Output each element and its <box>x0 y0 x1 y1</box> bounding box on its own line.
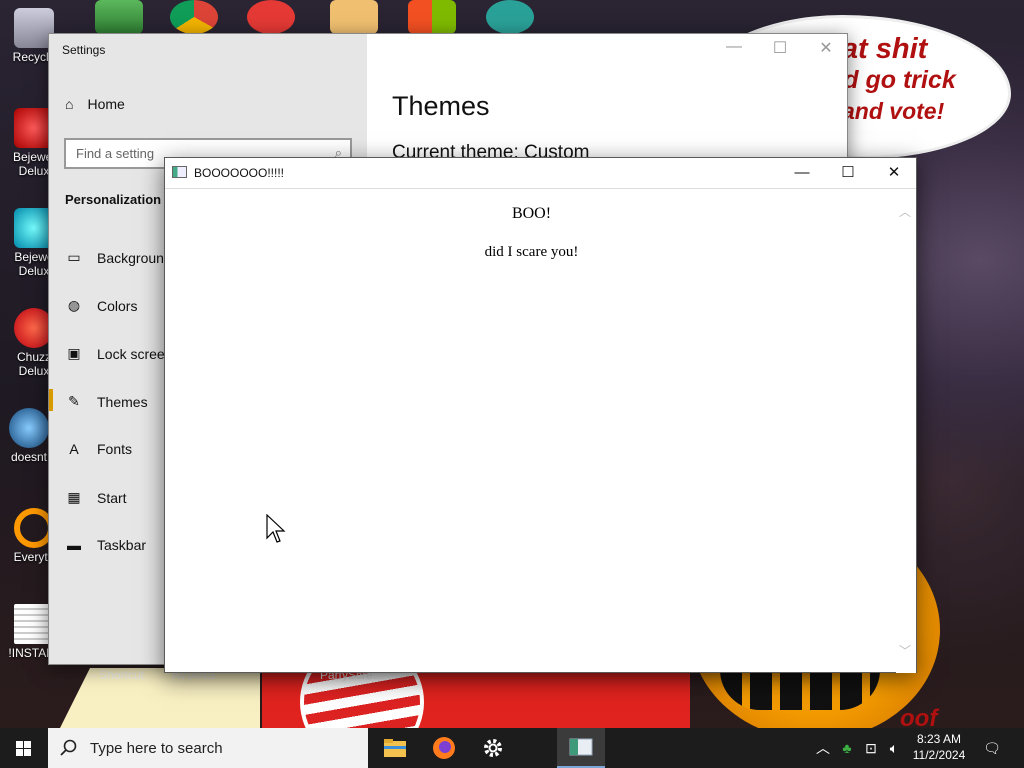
shortcut-label[interactable]: - Shortcut <box>92 668 144 682</box>
tray-overflow-chevron-icon[interactable]: ︿ <box>814 728 832 768</box>
boo-close-button[interactable]: ✕ <box>871 158 917 188</box>
boo-text: did I scare you! <box>484 244 579 260</box>
mouse-cursor-icon <box>266 514 286 543</box>
settings-nav-fonts[interactable]: A Fonts <box>65 441 132 457</box>
taskbar-boo-app[interactable] <box>557 728 605 768</box>
settings-nav-lock-screen[interactable]: ▣ Lock screen <box>65 345 172 362</box>
vertical-scrollbar[interactable]: ︿ ﹀ <box>896 189 916 673</box>
boo-maximize-button[interactable]: ☐ <box>825 158 871 188</box>
brush-icon: ✎ <box>68 393 80 409</box>
boo-heading: BOO! <box>511 205 552 222</box>
start-button[interactable] <box>0 728 48 768</box>
search-icon <box>60 739 77 756</box>
microsoft-icon[interactable] <box>408 0 456 34</box>
settings-nav-start[interactable]: ▦ Start <box>65 489 126 506</box>
windows-logo-icon <box>16 741 31 756</box>
folder-icon <box>384 739 406 757</box>
start-icon: ▦ <box>67 489 81 505</box>
app-p-icon[interactable] <box>247 0 295 34</box>
page-title: Themes <box>392 91 490 121</box>
character-icon[interactable] <box>486 0 534 34</box>
app-folder-icon[interactable] <box>330 0 378 34</box>
taskbar-search-box[interactable]: Type here to search <box>48 728 368 768</box>
users-icon[interactable] <box>95 0 143 34</box>
oof-text: oof <box>900 705 938 728</box>
selected-indicator <box>49 389 53 411</box>
scroll-up-icon[interactable]: ︿ <box>899 203 911 220</box>
firefox-icon <box>433 737 455 759</box>
tray-app-icon[interactable]: ♣ <box>836 728 858 768</box>
image-icon: ▭ <box>67 249 81 265</box>
settings-maximize-button[interactable]: ☐ <box>757 38 803 58</box>
settings-nav-taskbar[interactable]: ▬ Taskbar <box>65 537 146 553</box>
app-window-icon <box>569 738 593 756</box>
settings-section-title: Personalization <box>65 192 162 207</box>
boo-window[interactable]: BOOOOOOO!!!!! — ☐ ✕ BOO! did I scare you… <box>164 157 917 673</box>
fonts-icon: A <box>69 441 79 457</box>
taskbar: Type here to search ︿ ♣ ⊡ 🔈︎ 8:23 AM 11/… <box>0 728 1024 768</box>
lock-screen-icon: ▣ <box>67 345 81 361</box>
boo-window-title: BOOOOOOO!!!!! <box>194 166 285 180</box>
palette-icon: ◍ <box>67 297 81 313</box>
settings-nav-background[interactable]: ▭ Background <box>65 249 171 266</box>
taskbar-clock[interactable]: 8:23 AM 11/2/2024 <box>906 731 972 763</box>
chrome-icon[interactable] <box>170 0 218 34</box>
taskbar-firefox[interactable] <box>420 728 468 768</box>
boo-titlebar[interactable]: BOOOOOOO!!!!! — ☐ ✕ <box>165 158 916 189</box>
wallpaper-paper <box>60 668 260 728</box>
scroll-down-icon[interactable]: ﹀ <box>899 642 911 659</box>
settings-home-link[interactable]: ⌂ Home <box>65 96 125 112</box>
taskbar-icon: ▬ <box>67 537 81 553</box>
bird-icon <box>9 408 49 448</box>
taskbar-file-explorer[interactable] <box>371 728 419 768</box>
notification-icon[interactable]: 🗨︎ <box>978 728 1006 768</box>
settings-close-button[interactable]: ✕ <box>803 38 849 58</box>
boo-minimize-button[interactable]: — <box>779 158 825 188</box>
settings-nav-themes[interactable]: ✎ Themes <box>65 393 147 410</box>
network-icon[interactable]: ⊡ <box>860 728 882 768</box>
app-window-icon <box>172 166 187 178</box>
settings-title: Settings <box>62 43 106 57</box>
volume-icon[interactable]: 🔈︎ <box>883 728 905 768</box>
settings-minimize-button[interactable]: — <box>711 38 757 56</box>
home-icon: ⌂ <box>65 96 74 112</box>
gear-icon <box>484 739 502 757</box>
settings-nav-colors[interactable]: ◍ Colors <box>65 297 138 314</box>
taskbar-settings[interactable] <box>469 728 517 768</box>
